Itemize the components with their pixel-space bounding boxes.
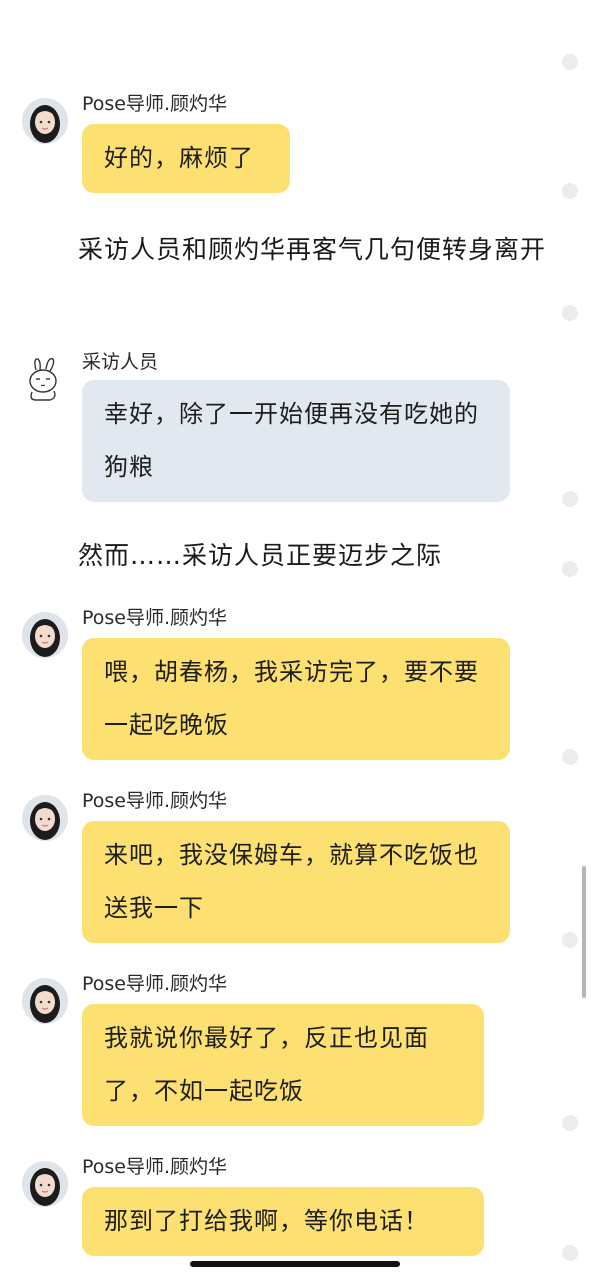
girl-avatar-icon[interactable]	[22, 98, 68, 144]
narration-text: 采访人员和顾灼华再客气几句便转身离开	[78, 235, 547, 264]
speaker-name: Pose导师.顾灼华	[82, 1156, 228, 1178]
timeline-dot	[562, 1115, 578, 1131]
girl-avatar-icon[interactable]	[22, 978, 68, 1024]
timeline-dot	[562, 183, 578, 199]
speaker-name: Pose导师.顾灼华	[82, 93, 228, 115]
girl-avatar-icon[interactable]	[22, 795, 68, 841]
timeline-dot	[562, 1245, 578, 1261]
speaker-name: Pose导师.顾灼华	[82, 790, 228, 812]
timeline-dot	[562, 305, 578, 321]
chat-bubble[interactable]: 那到了打给我啊，等你电话！	[82, 1187, 484, 1256]
timeline-dot	[562, 491, 578, 507]
timeline-dot	[562, 561, 578, 577]
chat-bubble[interactable]: 好的，麻烦了	[82, 124, 290, 193]
girl-avatar-icon[interactable]	[22, 612, 68, 658]
scrollbar[interactable]	[582, 866, 586, 998]
bunny-sketch-icon[interactable]	[24, 356, 66, 402]
chat-bubble[interactable]: 我就说你最好了，反正也见面了，不如一起吃饭	[82, 1004, 484, 1126]
narration-text: 然而……采访人员正要迈步之际	[78, 541, 443, 570]
chat-bubble[interactable]: 来吧，我没保姆车，就算不吃饭也送我一下	[82, 821, 510, 943]
speaker-name: Pose导师.顾灼华	[82, 607, 228, 629]
timeline-dot	[562, 932, 578, 948]
timeline-dot	[562, 54, 578, 70]
home-indicator[interactable]	[190, 1261, 400, 1267]
chat-bubble[interactable]: 幸好，除了一开始便再没有吃她的狗粮	[82, 380, 510, 502]
timeline-dot	[562, 749, 578, 765]
chat-bubble[interactable]: 喂，胡春杨，我采访完了，要不要一起吃晚饭	[82, 638, 510, 760]
girl-avatar-icon[interactable]	[22, 1161, 68, 1207]
speaker-name: 采访人员	[82, 351, 159, 373]
speaker-name: Pose导师.顾灼华	[82, 973, 228, 995]
